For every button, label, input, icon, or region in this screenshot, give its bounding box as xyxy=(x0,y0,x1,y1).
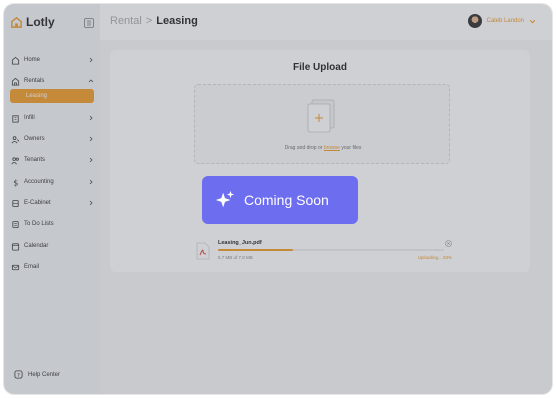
coming-soon-text: Coming Soon xyxy=(244,192,329,208)
sparkles-icon xyxy=(215,190,235,208)
app-frame: Lotly Home Rentals Leasing Infill Owners xyxy=(4,4,552,394)
coming-soon-badge: Coming Soon xyxy=(202,176,358,224)
